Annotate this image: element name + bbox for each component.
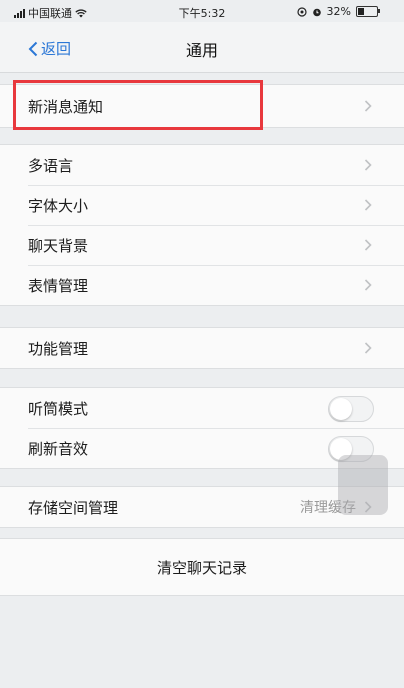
chevron-right-icon bbox=[364, 199, 372, 211]
features-group: 功能管理 bbox=[0, 327, 404, 369]
chevron-right-icon bbox=[364, 100, 372, 112]
chevron-right-icon bbox=[364, 279, 372, 291]
battery-icon bbox=[356, 6, 380, 17]
battery-percent: 32% bbox=[326, 5, 351, 18]
row-label: 刷新音效 bbox=[28, 439, 89, 458]
navigation-bar: 返回 通用 bbox=[0, 22, 404, 73]
row-sticker-management[interactable]: 表情管理 bbox=[0, 265, 404, 305]
row-multi-language[interactable]: 多语言 bbox=[0, 145, 404, 185]
settings-screen: 中国联通 下午5:32 32% 返回 通用 新消息通知 多语言 字体大小 聊天背… bbox=[0, 0, 404, 688]
alarm-icon bbox=[312, 8, 321, 16]
status-bar: 中国联通 下午5:32 32% bbox=[0, 0, 404, 22]
highlight-box bbox=[13, 80, 263, 130]
row-label: 存储空间管理 bbox=[28, 498, 119, 517]
row-label: 字体大小 bbox=[28, 196, 89, 215]
row-label: 听筒模式 bbox=[28, 399, 89, 418]
row-earpiece-mode: 听筒模式 bbox=[0, 388, 404, 428]
row-label: 聊天背景 bbox=[28, 236, 89, 255]
earpiece-mode-toggle[interactable] bbox=[328, 396, 374, 422]
chevron-right-icon bbox=[364, 342, 372, 354]
clear-chat-history-button[interactable]: 清空聊天记录 bbox=[0, 538, 404, 596]
location-icon bbox=[296, 6, 307, 17]
assistive-touch-overlay[interactable] bbox=[338, 455, 388, 515]
row-feature-management[interactable]: 功能管理 bbox=[0, 328, 404, 368]
display-group: 多语言 字体大小 聊天背景 表情管理 bbox=[0, 144, 404, 306]
row-label: 功能管理 bbox=[28, 339, 89, 358]
chevron-right-icon bbox=[364, 239, 372, 251]
row-font-size[interactable]: 字体大小 bbox=[0, 185, 404, 225]
row-label: 多语言 bbox=[28, 156, 74, 175]
row-label: 表情管理 bbox=[28, 276, 89, 295]
row-chat-background[interactable]: 聊天背景 bbox=[0, 225, 404, 265]
chevron-right-icon bbox=[364, 159, 372, 171]
page-title: 通用 bbox=[185, 41, 218, 60]
